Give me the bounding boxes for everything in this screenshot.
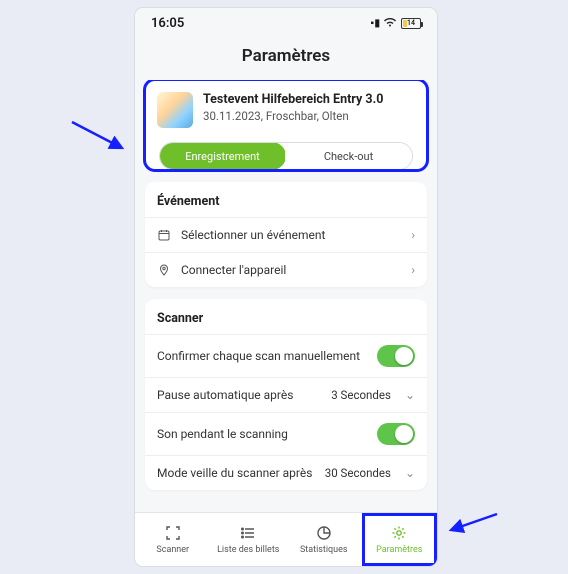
- location-icon: [157, 264, 171, 276]
- auto-pause-label: Pause automatique après: [157, 388, 321, 402]
- chevron-right-icon: ›: [411, 263, 415, 277]
- confirm-scan-row: Confirmer chaque scan manuellement: [145, 334, 427, 377]
- connect-device-row[interactable]: Connecter l'appareil ›: [145, 252, 427, 287]
- chevron-down-icon: ⌄: [405, 388, 415, 402]
- sleep-label: Mode veille du scanner après: [157, 466, 315, 480]
- status-time: 16:05: [151, 16, 184, 31]
- tab-settings-label: Paramètres: [376, 545, 422, 555]
- select-event-row[interactable]: Sélectionner un événement ›: [145, 217, 427, 252]
- battery-percent: 14: [407, 19, 415, 27]
- confirm-scan-toggle[interactable]: [377, 345, 415, 367]
- gear-icon: [390, 524, 408, 542]
- wifi-icon: [383, 16, 397, 31]
- page-title: Paramètres: [135, 38, 437, 80]
- section-label-scanner: Scanner: [145, 299, 427, 334]
- pie-icon: [315, 524, 333, 542]
- annotation-arrow-right: [445, 506, 505, 546]
- evenement-section: Événement Sélectionner un événement › Co…: [145, 182, 427, 287]
- event-text: Testevent Hilfebereich Entry 3.0 30.11.2…: [203, 92, 383, 128]
- tab-stats[interactable]: Statistiques: [286, 513, 362, 566]
- event-header: Testevent Hilfebereich Entry 3.0 30.11.2…: [145, 80, 427, 138]
- sound-label: Son pendant le scanning: [157, 427, 367, 441]
- list-icon: [239, 524, 257, 542]
- status-right: ▪ ▮ 14: [370, 16, 421, 31]
- sleep-value: 30 Secondes: [325, 466, 391, 480]
- section-label-evenement: Événement: [145, 182, 427, 217]
- mode-segment: Enregistrement Check-out: [159, 142, 413, 170]
- battery-icon: 14: [401, 18, 421, 29]
- event-card: Testevent Hilfebereich Entry 3.0 30.11.2…: [145, 80, 427, 170]
- checkout-segment[interactable]: Check-out: [285, 143, 412, 169]
- auto-pause-row[interactable]: Pause automatique après 3 Secondes ⌄: [145, 377, 427, 412]
- tab-bar: Scanner Liste des billets Statistiques P…: [135, 512, 437, 566]
- sound-row: Son pendant le scanning: [145, 412, 427, 455]
- event-title: Testevent Hilfebereich Entry 3.0: [203, 92, 383, 107]
- sound-toggle[interactable]: [377, 423, 415, 445]
- chevron-right-icon: ›: [411, 228, 415, 242]
- content-scroll: Testevent Hilfebereich Entry 3.0 30.11.2…: [135, 80, 437, 512]
- tab-stats-label: Statistiques: [300, 545, 348, 555]
- tab-settings[interactable]: Paramètres: [362, 513, 438, 566]
- tab-scanner-label: Scanner: [156, 545, 189, 555]
- select-event-label: Sélectionner un événement: [181, 228, 401, 242]
- checkin-segment[interactable]: Enregistrement: [159, 142, 286, 170]
- phone-frame: 16:05 ▪ ▮ 14 Paramètres Testevent Hilfeb…: [135, 8, 437, 566]
- signal-icon: ▪ ▮: [370, 18, 379, 29]
- confirm-scan-label: Confirmer chaque scan manuellement: [157, 349, 367, 363]
- event-thumbnail: [157, 92, 193, 128]
- calendar-icon: [157, 229, 171, 241]
- status-bar: 16:05 ▪ ▮ 14: [135, 8, 437, 38]
- scanner-section: Scanner Confirmer chaque scan manuelleme…: [145, 299, 427, 490]
- annotation-arrow-left: [68, 118, 128, 158]
- connect-device-label: Connecter l'appareil: [181, 263, 401, 277]
- event-subtitle: 30.11.2023, Froschbar, Olten: [203, 109, 383, 123]
- auto-pause-value: 3 Secondes: [331, 388, 391, 402]
- sleep-row[interactable]: Mode veille du scanner après 30 Secondes…: [145, 455, 427, 490]
- tab-scanner[interactable]: Scanner: [135, 513, 211, 566]
- scan-icon: [164, 524, 182, 542]
- chevron-down-icon: ⌄: [405, 466, 415, 480]
- tab-tickets-label: Liste des billets: [217, 545, 279, 555]
- tab-tickets[interactable]: Liste des billets: [211, 513, 287, 566]
